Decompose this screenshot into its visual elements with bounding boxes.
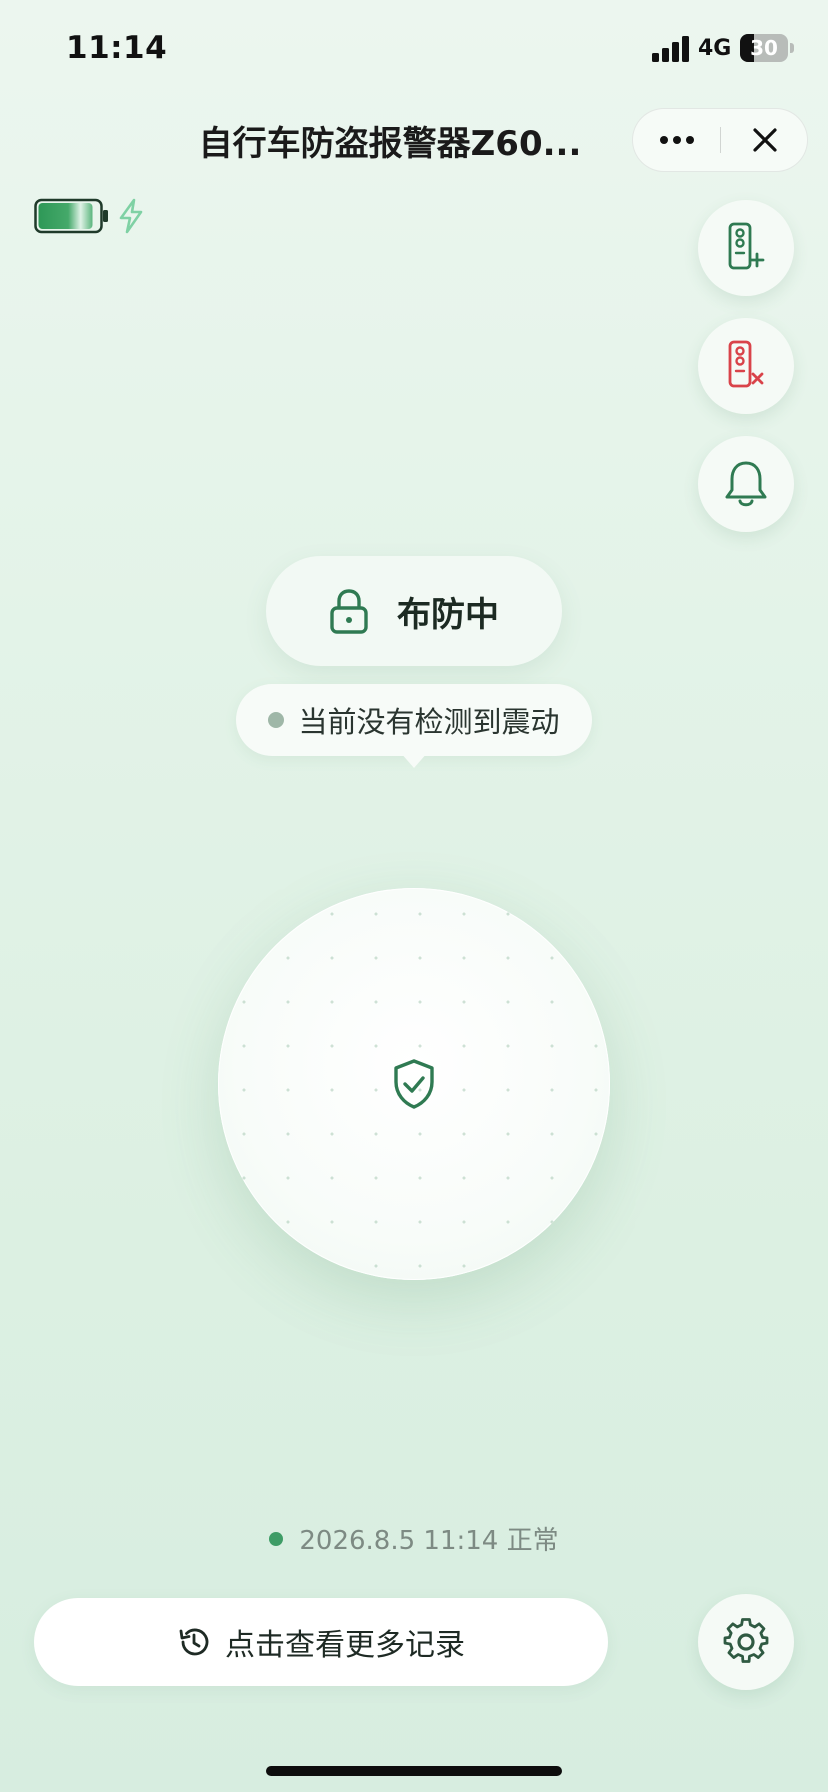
view-records-button[interactable]: 点击查看更多记录	[34, 1598, 608, 1686]
cellular-signal-icon	[652, 36, 689, 62]
remove-remote-button[interactable]	[698, 318, 794, 414]
lock-icon	[330, 589, 368, 634]
view-records-label: 点击查看更多记录	[225, 1628, 465, 1663]
remote-add-icon	[728, 222, 765, 270]
arm-toggle-circle[interactable]	[218, 888, 610, 1280]
more-dots-icon	[660, 136, 694, 144]
device-battery-icon	[34, 198, 108, 234]
last-update: 2026.8.5 11:14 正常	[0, 1520, 828, 1557]
history-icon	[179, 1628, 209, 1656]
close-icon	[753, 128, 777, 152]
more-button[interactable]	[633, 109, 721, 171]
charging-icon	[119, 198, 143, 234]
mini-program-capsule	[632, 108, 808, 172]
network-type: 4G	[698, 36, 732, 61]
phone-battery-icon: 30	[740, 34, 796, 62]
status-time: 11:14	[66, 30, 168, 66]
vibration-tooltip-arrow	[400, 752, 428, 768]
vibration-status-text: 当前没有检测到震动	[298, 705, 560, 739]
home-indicator[interactable]	[266, 1766, 562, 1776]
alarm-button[interactable]	[698, 436, 794, 532]
gear-icon	[723, 1618, 769, 1663]
bell-icon	[725, 461, 767, 507]
close-button[interactable]	[721, 109, 809, 171]
remote-remove-icon	[728, 340, 764, 388]
phone-battery-level: 30	[750, 36, 778, 60]
vibration-status-dot	[268, 712, 285, 728]
add-remote-button[interactable]	[698, 200, 794, 296]
page-title: 自行车防盗报警器Z60...	[198, 124, 582, 164]
vibration-status: 当前没有检测到震动	[236, 684, 592, 756]
settings-button[interactable]	[698, 1594, 794, 1690]
arm-status-label: 布防中	[397, 594, 499, 635]
status-bar: 11:14 4G 30	[0, 0, 828, 100]
last-update-text: 2026.8.5 11:14 正常	[299, 1526, 559, 1556]
arm-status-button[interactable]: 布防中	[266, 556, 562, 666]
shield-check-icon	[394, 1059, 434, 1109]
last-update-dot	[269, 1531, 284, 1546]
